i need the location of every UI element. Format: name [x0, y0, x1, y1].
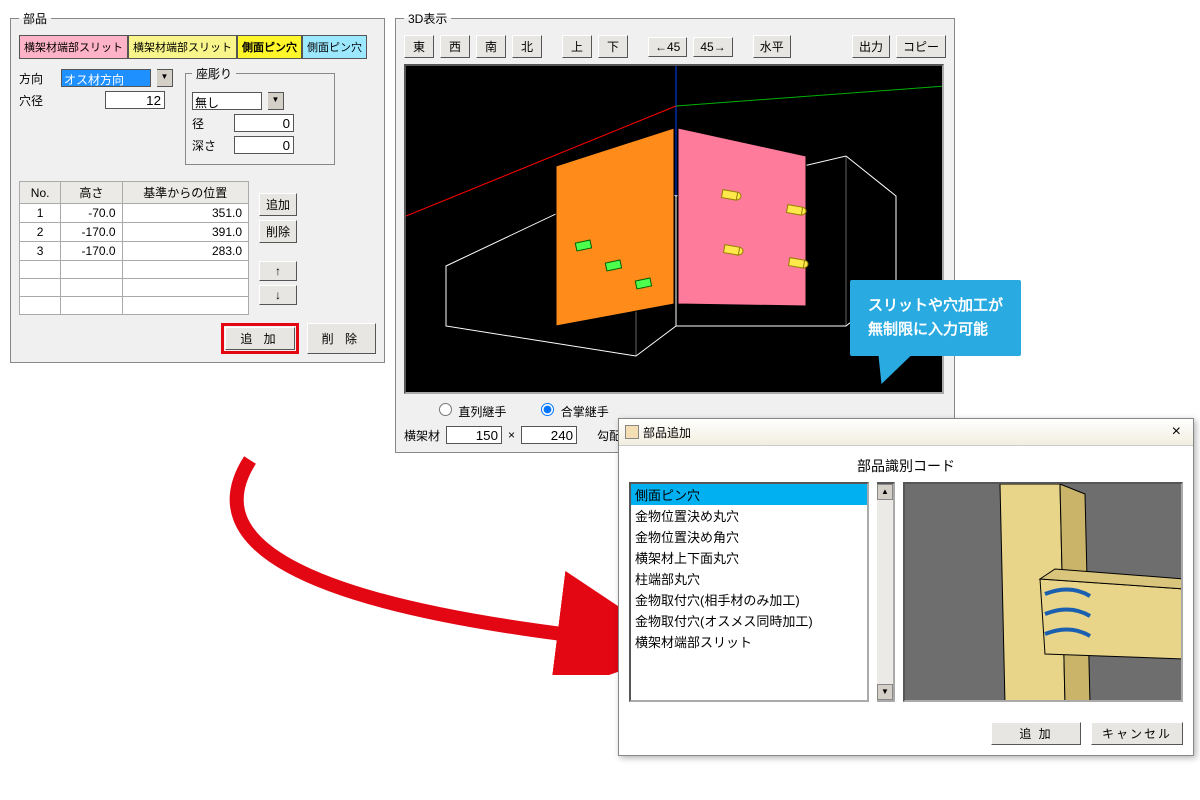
table-row[interactable] [20, 297, 249, 315]
view-west-button[interactable]: 西 [440, 35, 470, 58]
dialog-add-button[interactable]: 追 加 [991, 722, 1081, 745]
zaguri-depth-label: 深さ [192, 137, 228, 154]
view-south-button[interactable]: 南 [476, 35, 506, 58]
zaguri-depth-input[interactable] [234, 136, 294, 154]
col-height: 高さ [61, 182, 122, 204]
height-input[interactable] [521, 426, 577, 444]
zaguri-group: 座彫り 無し ▼ 径 深さ [185, 65, 335, 165]
view-north-button[interactable]: 北 [512, 35, 542, 58]
flow-arrow-icon [190, 455, 620, 675]
table-row[interactable] [20, 261, 249, 279]
list-item[interactable]: 柱端部丸穴 [631, 568, 867, 589]
export-button[interactable]: 出力 [852, 35, 890, 58]
direction-select[interactable]: オス材方向 [61, 69, 151, 87]
list-item[interactable]: 金物取付穴(相手材のみ加工) [631, 589, 867, 610]
add-button-highlight: 追 加 [221, 323, 298, 354]
rotate-right-button[interactable]: 45→ [693, 37, 732, 57]
chevron-down-icon[interactable]: ▼ [157, 69, 173, 87]
part-code-listbox[interactable]: 側面ピン穴金物位置決め丸穴金物位置決め角穴横架材上下面丸穴柱端部丸穴金物取付穴(… [629, 482, 869, 702]
hole-diameter-label: 穴径 [19, 92, 55, 109]
row-up-button[interactable]: ↑ [259, 261, 297, 281]
table-row[interactable]: 1-70.0351.0 [20, 204, 249, 223]
3d-display-panel: 3D表示 東 西 南 北 上 下 ←45 45→ 水平 出力 コピー [395, 10, 955, 453]
table-row[interactable]: 2-170.0391.0 [20, 223, 249, 242]
radio-chokuretsu[interactable]: 直列継手 [434, 400, 506, 420]
width-input[interactable] [446, 426, 502, 444]
row-add-button[interactable]: 追加 [259, 193, 297, 216]
radio-gassho[interactable]: 合掌継手 [536, 400, 608, 420]
list-item[interactable]: 金物位置決め角穴 [631, 526, 867, 547]
direction-label: 方向 [19, 70, 55, 87]
list-item[interactable]: 金物取付穴(オスメス同時加工) [631, 610, 867, 631]
tab-pinhole-active[interactable]: 側面ピン穴 [237, 35, 302, 59]
add-button[interactable]: 追 加 [225, 327, 294, 350]
row-down-button[interactable]: ↓ [259, 285, 297, 305]
table-row[interactable]: 3-170.0283.0 [20, 242, 249, 261]
tab-slit-2[interactable]: 横架材端部スリット [128, 35, 237, 59]
list-item[interactable]: 側面ピン穴 [631, 484, 867, 505]
scroll-up-icon[interactable]: ▲ [877, 484, 893, 500]
zaguri-diameter-input[interactable] [234, 114, 294, 132]
window-icon [625, 425, 639, 439]
close-icon[interactable]: × [1166, 423, 1187, 441]
view-east-button[interactable]: 東 [404, 35, 434, 58]
list-item[interactable]: 横架材端部スリット [631, 631, 867, 652]
times-symbol: × [508, 428, 515, 442]
dialog-title: 部品追加 [643, 424, 691, 441]
table-row[interactable] [20, 279, 249, 297]
tab-pinhole-2[interactable]: 側面ピン穴 [302, 35, 367, 59]
level-button[interactable]: 水平 [753, 35, 791, 58]
callout-bubble: スリットや穴加工が 無制限に入力可能 [850, 280, 1021, 356]
zaguri-legend: 座彫り [192, 65, 236, 82]
add-part-dialog: 部品追加 × 部品識別コード 側面ピン穴金物位置決め丸穴金物位置決め角穴横架材上… [618, 418, 1194, 756]
holes-table[interactable]: No. 高さ 基準からの位置 1-70.0351.02-170.0391.03-… [19, 181, 249, 315]
view-top-button[interactable]: 上 [562, 35, 592, 58]
zaguri-type-select[interactable]: 無し [192, 92, 262, 110]
dialog-heading: 部品識別コード [629, 456, 1183, 476]
row-delete-button[interactable]: 削除 [259, 220, 297, 243]
listbox-scrollbar[interactable]: ▲ ▼ [877, 482, 895, 702]
zaguri-diameter-label: 径 [192, 115, 228, 132]
scroll-down-icon[interactable]: ▼ [877, 684, 893, 700]
parts-tabs: 横架材端部スリット 横架材端部スリット 側面ピン穴 側面ピン穴 [19, 35, 376, 59]
hole-diameter-input[interactable] [105, 91, 165, 109]
dialog-cancel-button[interactable]: キャンセル [1091, 722, 1183, 745]
chevron-down-icon[interactable]: ▼ [268, 92, 284, 110]
copy-button[interactable]: コピー [896, 35, 946, 58]
list-item[interactable]: 金物位置決め丸穴 [631, 505, 867, 526]
dims-label: 横架材 [404, 427, 440, 444]
view-bottom-button[interactable]: 下 [598, 35, 628, 58]
col-position: 基準からの位置 [122, 182, 248, 204]
delete-button[interactable]: 削 除 [307, 323, 376, 354]
rotate-left-button[interactable]: ←45 [648, 37, 687, 57]
col-no: No. [20, 182, 61, 204]
list-item[interactable]: 横架材上下面丸穴 [631, 547, 867, 568]
parts-legend: 部品 [19, 10, 51, 27]
part-preview-viewport [903, 482, 1183, 702]
tab-slit-1[interactable]: 横架材端部スリット [19, 35, 128, 59]
parts-panel: 部品 横架材端部スリット 横架材端部スリット 側面ピン穴 側面ピン穴 方向 オス… [10, 10, 385, 363]
3d-legend: 3D表示 [404, 10, 451, 27]
